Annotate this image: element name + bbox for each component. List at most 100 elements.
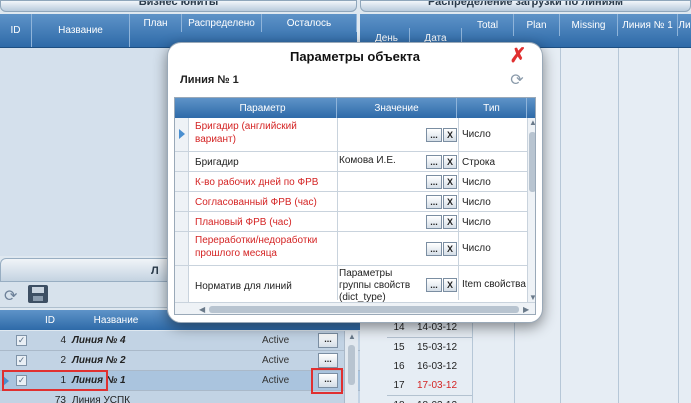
- parameter-type: Число: [462, 243, 491, 254]
- parameter-row[interactable]: Переработки/недоработки прошлого месяца …: [175, 232, 527, 266]
- row-name: Линия № 2: [72, 355, 126, 366]
- scroll-right-icon[interactable]: ▶: [523, 305, 529, 314]
- scroll-thumb[interactable]: [209, 306, 519, 313]
- date-row-date: 14-03-12: [417, 322, 458, 333]
- parameter-type: Число: [462, 129, 491, 140]
- col-value[interactable]: Значение: [337, 98, 457, 118]
- date-row-day: 14: [393, 322, 405, 333]
- row-name: Линия УСПК: [72, 395, 131, 403]
- row-checkbox[interactable]: ✓: [16, 335, 27, 346]
- distribution-title: Распределение загрузки по линиям: [427, 0, 624, 8]
- current-row-icon: [179, 129, 185, 139]
- parameter-row[interactable]: Бригадир (английский вариант) ... X Числ…: [175, 118, 527, 152]
- parameter-type: Число: [462, 177, 491, 188]
- save-icon[interactable]: [28, 285, 48, 303]
- parameter-name: Норматив для линий: [195, 281, 292, 292]
- date-row[interactable]: 15 15-03-12: [387, 338, 472, 358]
- col-type[interactable]: Тип: [457, 98, 527, 118]
- row-checkbox[interactable]: ✓: [16, 355, 27, 366]
- col-plan[interactable]: План: [130, 14, 182, 32]
- date-row-date: 16-03-12: [417, 361, 458, 372]
- lines-scrollbar[interactable]: ▲: [344, 331, 358, 403]
- business-units-title: Бизнес юниты: [138, 0, 219, 8]
- date-row-day: 15: [393, 342, 405, 353]
- row-status: Active: [262, 335, 290, 346]
- edit-value-button[interactable]: ...: [426, 215, 442, 229]
- edit-value-button[interactable]: ...: [426, 175, 442, 189]
- row-edit-button[interactable]: ...: [318, 333, 338, 348]
- clear-value-button[interactable]: X: [443, 215, 457, 229]
- lines-col-name[interactable]: Название: [66, 310, 166, 330]
- parameter-row[interactable]: Плановый ФРВ (час) ... X Число: [175, 212, 527, 232]
- clear-value-button[interactable]: X: [443, 195, 457, 209]
- row-name: Линия № 4: [72, 335, 126, 346]
- date-row-highlighted[interactable]: 17 17-03-12: [387, 376, 472, 396]
- row-id: 4: [60, 335, 66, 346]
- parameter-row[interactable]: К-во рабочих дней по ФРВ ... X Число: [175, 172, 527, 192]
- parameter-name: К-во рабочих дней по ФРВ: [195, 177, 319, 188]
- edit-value-button[interactable]: ...: [426, 195, 442, 209]
- col-missing[interactable]: Missing: [560, 14, 618, 36]
- parameter-value[interactable]: Параметры группы свойств (dict_type): [339, 268, 425, 304]
- col-line-more[interactable]: Ли: [678, 14, 691, 36]
- table-row[interactable]: ✓ 4 Линия № 4 Active ...: [0, 331, 360, 351]
- scroll-thumb[interactable]: [348, 345, 355, 385]
- scroll-left-icon[interactable]: ◀: [199, 305, 205, 314]
- row-id: 2: [60, 355, 66, 366]
- col-name[interactable]: Название: [32, 14, 130, 47]
- highlight-edit-button: [311, 368, 343, 394]
- scroll-up-icon[interactable]: ▲: [348, 332, 356, 341]
- parameter-row[interactable]: Норматив для линий Параметры группы свой…: [175, 266, 527, 304]
- edit-value-button[interactable]: ...: [426, 128, 442, 142]
- edit-value-button[interactable]: ...: [426, 155, 442, 169]
- parameter-row[interactable]: Бригадир Комова И.Е. ... X Строка: [175, 152, 527, 172]
- date-row-date: 17-03-12: [417, 380, 458, 391]
- col-total[interactable]: Total: [462, 14, 514, 36]
- parameter-name: Бригадир: [195, 157, 239, 168]
- parameter-value[interactable]: Комова И.Е.: [339, 155, 425, 167]
- refresh-icon[interactable]: ⟳: [508, 73, 526, 91]
- parameter-row[interactable]: Согласованный ФРВ (час) ... X Число: [175, 192, 527, 212]
- business-units-header: Бизнес юниты: [0, 0, 357, 12]
- col-id[interactable]: ID: [0, 14, 32, 47]
- clear-value-button[interactable]: X: [443, 175, 457, 189]
- lines-col-id[interactable]: ID: [34, 310, 66, 330]
- scroll-up-icon[interactable]: ▲: [529, 118, 535, 127]
- date-row[interactable]: 18 18-03-12: [387, 396, 472, 403]
- parameters-horizontal-scrollbar[interactable]: ◀ ▶: [175, 302, 535, 314]
- parameter-name: Бригадир (английский вариант): [195, 121, 297, 145]
- parameters-table-header: Параметр Значение Тип: [175, 98, 535, 118]
- date-row[interactable]: 16 16-03-12: [387, 357, 472, 377]
- dialog-subtitle: Линия № 1: [180, 74, 239, 86]
- edit-value-button[interactable]: ...: [426, 242, 442, 256]
- parameter-type: Строка: [462, 157, 496, 168]
- object-parameters-dialog: Параметры объекта ✗ Линия № 1 ⟳ Параметр…: [167, 42, 543, 323]
- edit-value-button[interactable]: ...: [426, 278, 442, 292]
- clear-value-button[interactable]: X: [443, 242, 457, 256]
- table-row[interactable]: ✓ 2 Линия № 2 Active ...: [0, 351, 360, 371]
- col-parameter[interactable]: Параметр: [189, 98, 337, 118]
- app-window: Бизнес юниты ID Название План Распределе…: [0, 0, 691, 403]
- scroll-thumb[interactable]: [529, 132, 535, 192]
- clear-value-button[interactable]: X: [443, 278, 457, 292]
- table-row[interactable]: 73 Линия УСПК: [0, 391, 360, 403]
- row-edit-button[interactable]: ...: [318, 353, 338, 368]
- clear-value-button[interactable]: X: [443, 155, 457, 169]
- col-line-1[interactable]: Линия № 1: [618, 14, 678, 36]
- parameter-name: Плановый ФРВ (час): [195, 217, 292, 228]
- scroll-down-icon[interactable]: ▼: [529, 293, 535, 302]
- parameters-vertical-scrollbar[interactable]: ▲ ▼: [527, 118, 535, 302]
- lines-title: Л: [151, 265, 159, 277]
- close-icon[interactable]: ✗: [508, 46, 528, 67]
- row-id: 73: [54, 395, 66, 403]
- date-row-day: 16: [393, 361, 405, 372]
- refresh-icon[interactable]: ⟳: [4, 286, 17, 306]
- dialog-title: Параметры объекта: [289, 49, 421, 64]
- col-remaining[interactable]: Осталось: [262, 14, 357, 32]
- parameter-name: Согласованный ФРВ (час): [195, 197, 317, 208]
- col-plan-r[interactable]: Plan: [514, 14, 560, 36]
- col-distributed[interactable]: Распределено: [182, 14, 262, 32]
- parameter-type: Число: [462, 197, 491, 208]
- clear-value-button[interactable]: X: [443, 128, 457, 142]
- date-row-day: 17: [393, 380, 405, 391]
